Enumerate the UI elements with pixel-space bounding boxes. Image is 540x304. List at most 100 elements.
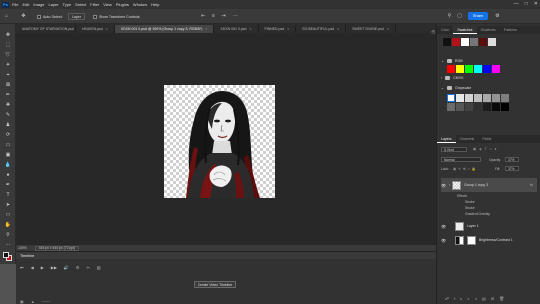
chevron-right-icon[interactable]: › xyxy=(441,76,442,80)
effects-label[interactable]: Effects xyxy=(457,194,467,198)
next-frame-icon[interactable]: ▶▶ xyxy=(51,265,57,270)
tab-so-beautiful[interactable]: SO BEAUTIFUL.psd × xyxy=(296,25,347,33)
menu-layer[interactable]: Layer xyxy=(48,2,58,7)
layer-name[interactable]: Group 1 copy 3 xyxy=(464,183,488,187)
layer-row-layer-1[interactable]: 👁 Layer 1 xyxy=(441,220,537,232)
move-tool-icon[interactable]: ✥ xyxy=(3,32,13,39)
healing-brush-tool-icon[interactable]: ✚ xyxy=(3,102,13,109)
rectangle-tool-icon[interactable]: □ xyxy=(3,212,13,219)
minimize-icon[interactable]: — xyxy=(514,1,519,7)
menu-view[interactable]: View xyxy=(103,2,112,7)
zoom-tool-icon[interactable]: ⚲ xyxy=(3,232,13,239)
create-video-timeline-button[interactable]: Create Video Timeline xyxy=(194,281,236,288)
quick-select-tool-icon[interactable]: ✦ xyxy=(3,62,13,69)
swatch[interactable] xyxy=(447,94,455,102)
tab-channels[interactable]: Channels xyxy=(456,135,479,143)
menu-select[interactable]: Select xyxy=(75,2,86,7)
settings-icon[interactable]: ⚙ xyxy=(76,265,80,270)
tab-xdxn[interactable]: XDXN 001 0.psd × xyxy=(214,25,259,33)
path-selection-tool-icon[interactable]: ➤ xyxy=(3,202,13,209)
previous-frame-icon[interactable]: ◀ xyxy=(31,265,34,270)
play-icon[interactable]: ▶ xyxy=(41,265,44,270)
chevron-down-icon[interactable]: ⌄ xyxy=(441,59,444,63)
swatch[interactable] xyxy=(443,38,451,46)
checkbox-icon[interactable] xyxy=(37,14,41,19)
swatch[interactable] xyxy=(474,65,482,73)
zoom-level[interactable]: 100% xyxy=(18,246,27,250)
crop-tool-icon[interactable]: ⌖ xyxy=(3,72,13,79)
adjustment-icon[interactable]: ◑ xyxy=(475,296,482,301)
new-group-icon[interactable]: ▤ xyxy=(482,296,491,301)
swatch[interactable] xyxy=(501,94,509,102)
add-mask-icon[interactable]: ◐ xyxy=(467,296,474,301)
swatch[interactable] xyxy=(461,38,469,46)
lock-icons[interactable]: ▣✎✥□🔒 xyxy=(453,167,478,171)
workspace-icon[interactable]: ▢ xyxy=(456,13,463,20)
menu-edit[interactable]: Edit xyxy=(22,2,29,7)
tab-gradients[interactable]: Gradients xyxy=(477,26,500,34)
swatch[interactable] xyxy=(483,65,491,73)
search-icon[interactable]: ⚲ xyxy=(446,13,453,20)
chevron-down-icon[interactable]: ⌄ xyxy=(441,86,444,90)
swatch[interactable] xyxy=(479,38,487,46)
first-frame-icon[interactable]: ⏮ xyxy=(20,265,24,270)
opacity-input[interactable]: 37% xyxy=(505,157,519,162)
zoom-slider-icon[interactable]: ─── xyxy=(42,299,51,304)
swatch-group-grayscale[interactable]: ⌄ Grayscale xyxy=(441,86,471,90)
close-icon[interactable]: × xyxy=(337,27,339,31)
frame-tool-icon[interactable]: ⊠ xyxy=(3,82,13,89)
tab-active-document[interactable]: XDXN 001 0.psd @ 100% (Group 1 copy 3, R… xyxy=(114,25,215,33)
swatch[interactable] xyxy=(465,94,473,102)
tab-finned[interactable]: FINNED.psd × xyxy=(259,25,297,33)
swatch[interactable] xyxy=(474,94,482,102)
tab-color[interactable]: Color xyxy=(437,26,453,34)
swatch[interactable] xyxy=(474,103,482,111)
layer-row-brightness-contrast[interactable]: 👁 Brightness/Contrast 1 xyxy=(441,234,537,246)
effect-stroke[interactable]: Stroke xyxy=(465,206,475,210)
swatch[interactable] xyxy=(465,103,473,111)
close-icon[interactable]: × xyxy=(287,27,289,31)
show-transform-checkbox[interactable]: Show Transform Controls xyxy=(90,13,143,20)
swatch[interactable] xyxy=(456,65,464,73)
swatch[interactable] xyxy=(492,94,500,102)
layer-name[interactable]: Layer 1 xyxy=(467,224,479,228)
visibility-eye-icon[interactable]: 👁 xyxy=(441,224,446,229)
marquee-tool-icon[interactable]: ⬚ xyxy=(3,42,13,49)
menu-image[interactable]: Image xyxy=(33,2,44,7)
document-info[interactable]: 444 px x 444 px (72 ppi) xyxy=(34,245,80,251)
swatch[interactable] xyxy=(501,103,509,111)
document-canvas[interactable] xyxy=(164,85,275,198)
tab-swatches[interactable]: Swatches xyxy=(453,26,477,34)
menu-type[interactable]: Type xyxy=(63,2,72,7)
swatch[interactable] xyxy=(492,103,500,111)
eyedropper-tool-icon[interactable]: ✏ xyxy=(3,92,13,99)
visibility-eye-icon[interactable]: 👁 xyxy=(441,183,446,188)
layer-name[interactable]: Brightness/Contrast 1 xyxy=(479,238,513,242)
swatch[interactable] xyxy=(456,103,464,111)
eraser-tool-icon[interactable]: ▭ xyxy=(3,142,13,149)
align-left-icon[interactable]: ⇤ xyxy=(200,13,207,20)
swatch[interactable] xyxy=(483,103,491,111)
blur-tool-icon[interactable]: 💧 xyxy=(3,162,13,169)
pen-tool-icon[interactable]: ✒ xyxy=(3,182,13,189)
tab-heaven[interactable]: HEAVEN.psd × xyxy=(76,25,115,33)
tab-sweet-divine[interactable]: SWEET DIVINE.psd × xyxy=(346,25,396,33)
audio-icon[interactable]: 🔊 xyxy=(64,265,69,270)
new-layer-icon[interactable]: ⊞ xyxy=(491,296,499,301)
share-button[interactable]: Share xyxy=(468,12,488,20)
more-tools-icon[interactable]: ⋯ xyxy=(3,242,13,249)
swatch[interactable] xyxy=(447,65,455,73)
move-tool-icon[interactable]: ✥ xyxy=(20,13,27,20)
maximize-icon[interactable]: □ xyxy=(525,1,528,7)
menu-help[interactable]: Help xyxy=(151,2,159,7)
effect-gradient-overlay[interactable]: Gradient Overlay xyxy=(465,212,490,216)
history-icon[interactable]: ◴ xyxy=(430,28,437,35)
history-brush-tool-icon[interactable]: ⟳ xyxy=(3,132,13,139)
type-tool-icon[interactable]: T xyxy=(3,192,13,199)
swatch[interactable] xyxy=(465,65,473,73)
fx-icon[interactable]: fx xyxy=(530,183,533,187)
auto-select-dropdown[interactable]: Layer xyxy=(68,13,85,20)
split-icon[interactable]: ✂ xyxy=(87,265,90,270)
visibility-eye-icon[interactable]: 👁 xyxy=(441,238,446,243)
menu-window[interactable]: Window xyxy=(133,2,147,7)
